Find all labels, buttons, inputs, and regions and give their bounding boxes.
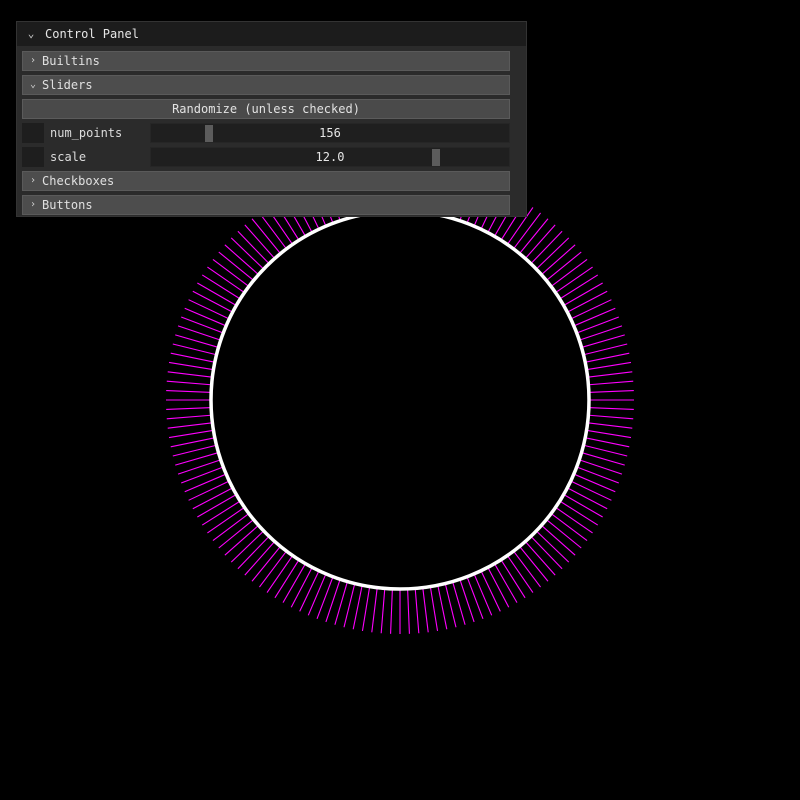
white-circle	[209, 209, 591, 591]
scale-label: scale	[50, 150, 87, 164]
chevron-right-icon: ›	[29, 199, 37, 210]
radial-line	[562, 493, 603, 518]
radial-line	[459, 578, 475, 623]
radial-line	[486, 566, 510, 608]
radial-line	[192, 290, 234, 314]
chevron-right-icon: ›	[29, 175, 37, 186]
radial-line	[584, 437, 630, 448]
section-checkboxes-label: Checkboxes	[42, 174, 115, 188]
radial-line	[429, 585, 439, 632]
radial-line	[167, 422, 214, 429]
num-points-value: 156	[319, 126, 341, 140]
radial-line	[167, 371, 214, 378]
radial-line	[575, 316, 619, 334]
radial-line	[290, 566, 314, 608]
radial-line	[566, 290, 608, 314]
radial-line	[585, 361, 632, 371]
radial-line	[380, 587, 386, 634]
radial-line	[587, 390, 634, 393]
radial-line	[168, 429, 215, 439]
radial-line	[371, 586, 378, 633]
control-panel-window[interactable]: ⌄ Control Panel › Builtins ⌄ Sliders Ran…	[16, 21, 527, 217]
radial-line	[192, 486, 234, 510]
radial-line	[197, 282, 238, 307]
section-buttons-label: Buttons	[42, 198, 93, 212]
radial-line	[166, 380, 213, 386]
radial-line	[282, 562, 307, 603]
radial-line	[480, 569, 501, 612]
chevron-down-icon: ⌄	[29, 79, 37, 90]
section-builtins-label: Builtins	[42, 54, 100, 68]
radial-line	[177, 325, 222, 341]
radial-line	[299, 569, 320, 612]
radial-line	[566, 486, 608, 510]
chevron-right-icon: ›	[29, 55, 37, 66]
radial-line	[572, 473, 616, 493]
radial-line	[201, 274, 242, 300]
radial-line	[168, 361, 215, 371]
radial-line	[587, 380, 634, 386]
num-points-checkbox[interactable]	[22, 123, 44, 143]
radial-line	[584, 352, 630, 363]
radial-line	[390, 587, 393, 634]
section-sliders-label: Sliders	[42, 78, 93, 92]
radial-line	[569, 480, 612, 501]
radial-line	[166, 407, 213, 410]
radial-line	[562, 282, 603, 307]
radial-line	[166, 414, 213, 420]
radial-line	[466, 575, 484, 619]
radial-line	[201, 500, 242, 526]
radial-line	[307, 572, 327, 616]
control-panel-titlebar[interactable]: ⌄ Control Panel	[17, 22, 526, 46]
radial-line	[500, 558, 526, 599]
radial-line	[437, 584, 448, 630]
radial-lines	[166, 166, 634, 634]
radial-line	[177, 459, 222, 475]
radial-line	[414, 587, 420, 634]
radial-line	[361, 585, 371, 632]
radial-line	[575, 466, 619, 484]
radial-line	[493, 562, 518, 603]
radial-line	[274, 558, 300, 599]
radial-line	[170, 352, 216, 363]
scale-checkbox[interactable]	[22, 147, 44, 167]
randomize-button[interactable]: Randomize (unless checked)	[22, 99, 510, 119]
chevron-down-icon[interactable]: ⌄	[25, 22, 37, 46]
section-buttons-header[interactable]: › Buttons	[22, 195, 510, 215]
section-checkboxes-header[interactable]: › Checkboxes	[22, 171, 510, 191]
radial-line	[325, 578, 341, 623]
radial-line	[578, 459, 623, 475]
radial-line	[181, 316, 225, 334]
section-sliders-header[interactable]: ⌄ Sliders	[22, 75, 510, 95]
radial-line	[170, 437, 216, 448]
scale-slider[interactable]: 12.0	[150, 147, 510, 167]
radial-line	[184, 307, 228, 327]
section-builtins-header[interactable]: › Builtins	[22, 51, 510, 71]
radial-line	[188, 299, 231, 320]
radial-line	[422, 586, 429, 633]
radial-line	[586, 371, 633, 378]
radial-line	[473, 572, 493, 616]
radial-line	[587, 407, 634, 410]
radial-line	[316, 575, 334, 619]
radial-line	[586, 422, 633, 429]
radial-line	[184, 473, 228, 493]
radial-line	[585, 429, 632, 439]
radial-line	[352, 584, 363, 630]
radial-line	[578, 325, 623, 341]
radial-line	[587, 414, 634, 420]
num-points-label: num_points	[50, 126, 123, 140]
radial-line	[569, 299, 612, 320]
scale-value: 12.0	[315, 150, 345, 164]
radial-line	[197, 493, 238, 518]
radial-line	[558, 500, 599, 526]
control-panel-title: Control Panel	[45, 27, 139, 41]
radial-line	[166, 390, 213, 393]
radial-line	[188, 480, 231, 501]
radial-line	[572, 307, 616, 327]
radial-line	[181, 466, 225, 484]
radial-line	[558, 274, 599, 300]
num-points-slider[interactable]: 156	[150, 123, 510, 143]
radial-line	[407, 587, 410, 634]
